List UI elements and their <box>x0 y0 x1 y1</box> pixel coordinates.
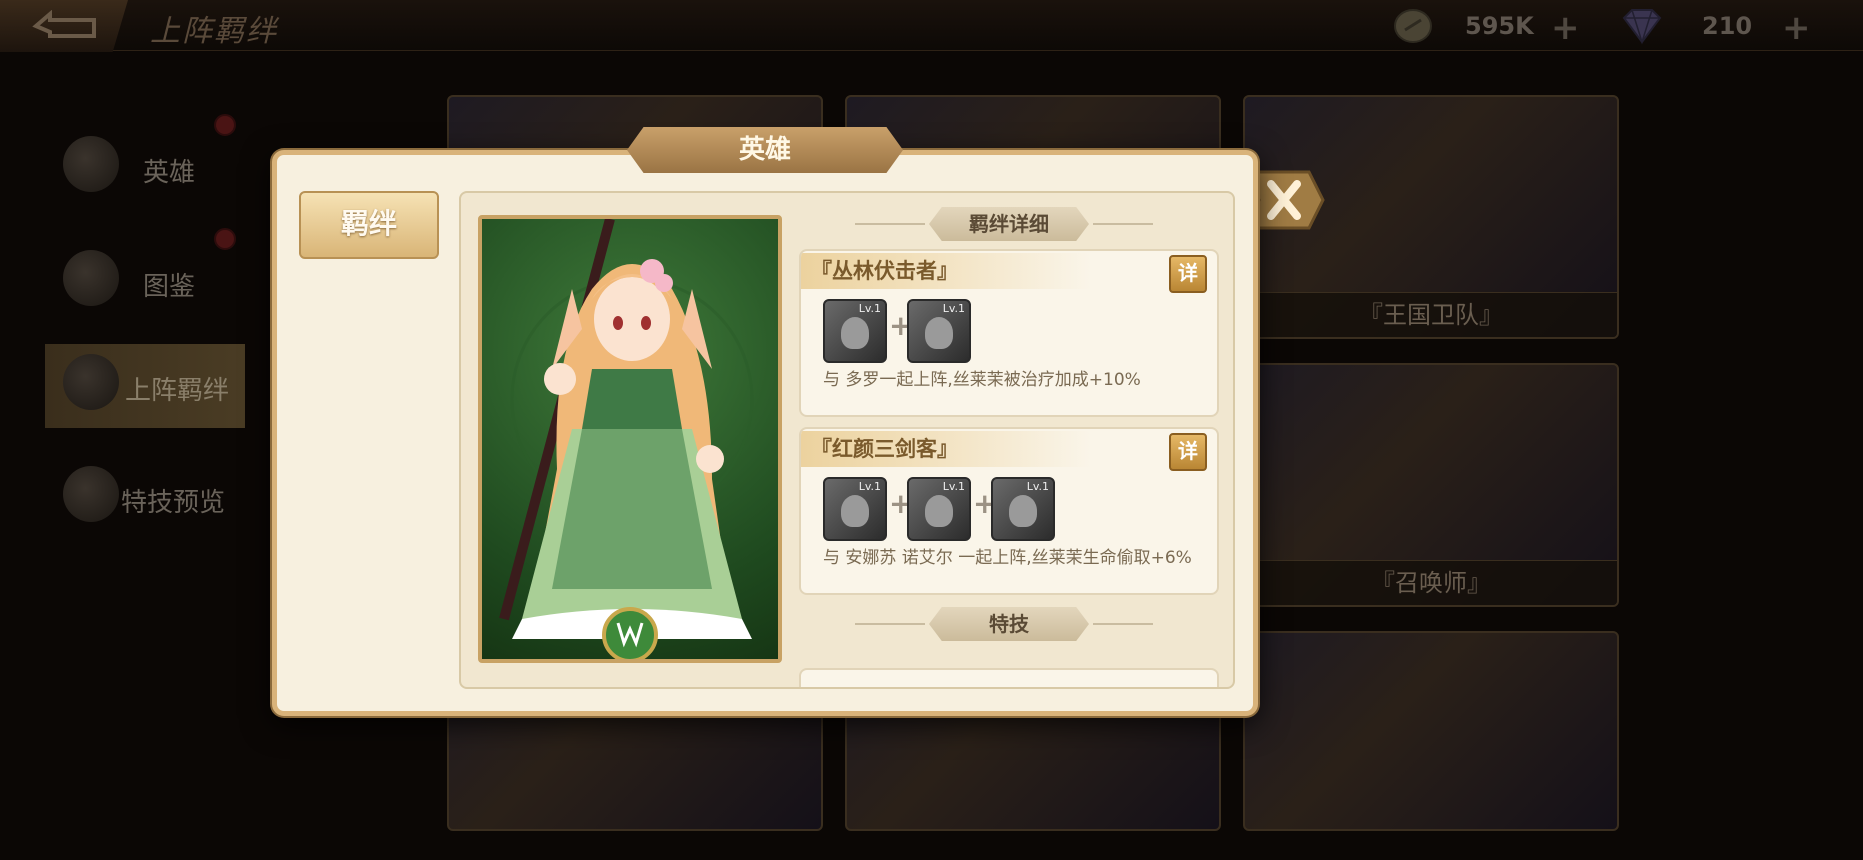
hero-level: Lv.1 <box>1026 480 1049 493</box>
bond-detail-heading: 羁绊详细 <box>799 207 1219 241</box>
hero-slot[interactable]: Lv.1 <box>823 477 887 541</box>
hero-bond-dialog: 英雄 羁绊 羁绊详细 『丛林伏击者』 详 Lv.1 + Lv.1 与 多罗一起上… <box>272 127 1258 716</box>
sidebar-item-label: 英雄 <box>143 158 196 188</box>
hero-face-icon <box>841 317 869 349</box>
dialog-title: 英雄 <box>627 127 903 173</box>
sidebar-item-heroes[interactable]: 英雄 <box>55 126 245 206</box>
sidebar-item-team-bonds[interactable]: 上阵羁绊 <box>45 344 245 428</box>
gem-value: 210 <box>1702 12 1753 40</box>
sidebar-item-skill-preview[interactable]: 特技预览 <box>55 456 245 536</box>
gold-value: 595K <box>1465 12 1534 40</box>
sidebar-item-codex[interactable]: 图鉴 <box>55 240 245 320</box>
hero-level: Lv.1 <box>858 480 881 493</box>
bond-name: 『丛林伏击者』 <box>801 253 1091 289</box>
hero-portrait <box>478 215 782 663</box>
add-gem-button[interactable]: + <box>1782 8 1811 48</box>
hero-level: Lv.1 <box>858 302 881 315</box>
skill-heading: 特技 <box>799 607 1219 641</box>
diamond-icon <box>1622 9 1662 45</box>
bond-description: 与 安娜苏 诺艾尔 一起上阵,丝莱茉生命偷取+6% <box>823 548 1192 568</box>
bond-name: 『红颜三剑客』 <box>801 431 1091 467</box>
hero-face-icon <box>925 495 953 527</box>
sword-icon <box>63 466 119 522</box>
bond-detail-button[interactable]: 详 <box>1169 433 1207 471</box>
divider <box>1093 623 1153 625</box>
bond-card-label: 『召唤师』 <box>1245 560 1617 605</box>
sidebar-item-label: 图鉴 <box>143 272 196 302</box>
book-icon <box>63 250 119 306</box>
page-title: 上阵羁绊 <box>150 14 278 49</box>
bond-card: 『丛林伏击者』 详 Lv.1 + Lv.1 与 多罗一起上阵,丝莱茉被治疗加成+… <box>799 249 1219 417</box>
bond-info-column: 羁绊详细 『丛林伏击者』 详 Lv.1 + Lv.1 与 多罗一起上阵,丝莱茉被… <box>799 193 1219 687</box>
section-title: 羁绊详细 <box>929 207 1089 241</box>
hero-detail-panel: 羁绊详细 『丛林伏击者』 详 Lv.1 + Lv.1 与 多罗一起上阵,丝莱茉被… <box>459 191 1235 689</box>
gem-counter: 210 + <box>1620 6 1820 48</box>
back-button[interactable] <box>0 0 128 52</box>
divider <box>1093 223 1153 225</box>
back-arrow-icon <box>32 10 96 38</box>
hero-face-icon <box>1009 495 1037 527</box>
bond-card: 『红颜三剑客』 详 Lv.1 + Lv.1 + Lv.1 与 安娜苏 诺艾尔 一… <box>799 427 1219 595</box>
handshake-icon <box>63 354 119 410</box>
tab-bond[interactable]: 羁绊 <box>299 191 439 259</box>
divider <box>855 223 925 225</box>
bond-card-label: 『王国卫队』 <box>1245 292 1617 337</box>
sidebar-item-label: 上阵羁绊 <box>125 376 230 406</box>
skill-card <box>799 668 1219 687</box>
hero-face-icon <box>841 495 869 527</box>
coin-icon <box>1394 9 1432 43</box>
hero-level: Lv.1 <box>942 302 965 315</box>
bond-detail-button[interactable]: 详 <box>1169 255 1207 293</box>
divider <box>855 623 925 625</box>
add-gold-button[interactable]: + <box>1551 8 1580 48</box>
hero-slot[interactable]: Lv.1 <box>907 477 971 541</box>
hero-slot[interactable]: Lv.1 <box>823 299 887 363</box>
top-bar: 上阵羁绊 595K + 210 + <box>0 0 1863 52</box>
bg-bond-card[interactable]: 『召唤师』 <box>1243 363 1619 607</box>
bond-description: 与 多罗一起上阵,丝莱茉被治疗加成+10% <box>823 370 1141 390</box>
bg-bond-card[interactable] <box>1243 631 1619 831</box>
sidebar-item-label: 特技预览 <box>121 488 226 518</box>
gold-counter: 595K + <box>1393 6 1593 48</box>
notification-dot <box>214 114 236 136</box>
hero-illustration <box>499 219 754 659</box>
hero-slot[interactable]: Lv.1 <box>907 299 971 363</box>
section-title: 特技 <box>929 607 1089 641</box>
hero-level: Lv.1 <box>942 480 965 493</box>
helmet-icon <box>63 136 119 192</box>
notification-dot <box>214 228 236 250</box>
hero-slot[interactable]: Lv.1 <box>991 477 1055 541</box>
hero-face-icon <box>925 317 953 349</box>
